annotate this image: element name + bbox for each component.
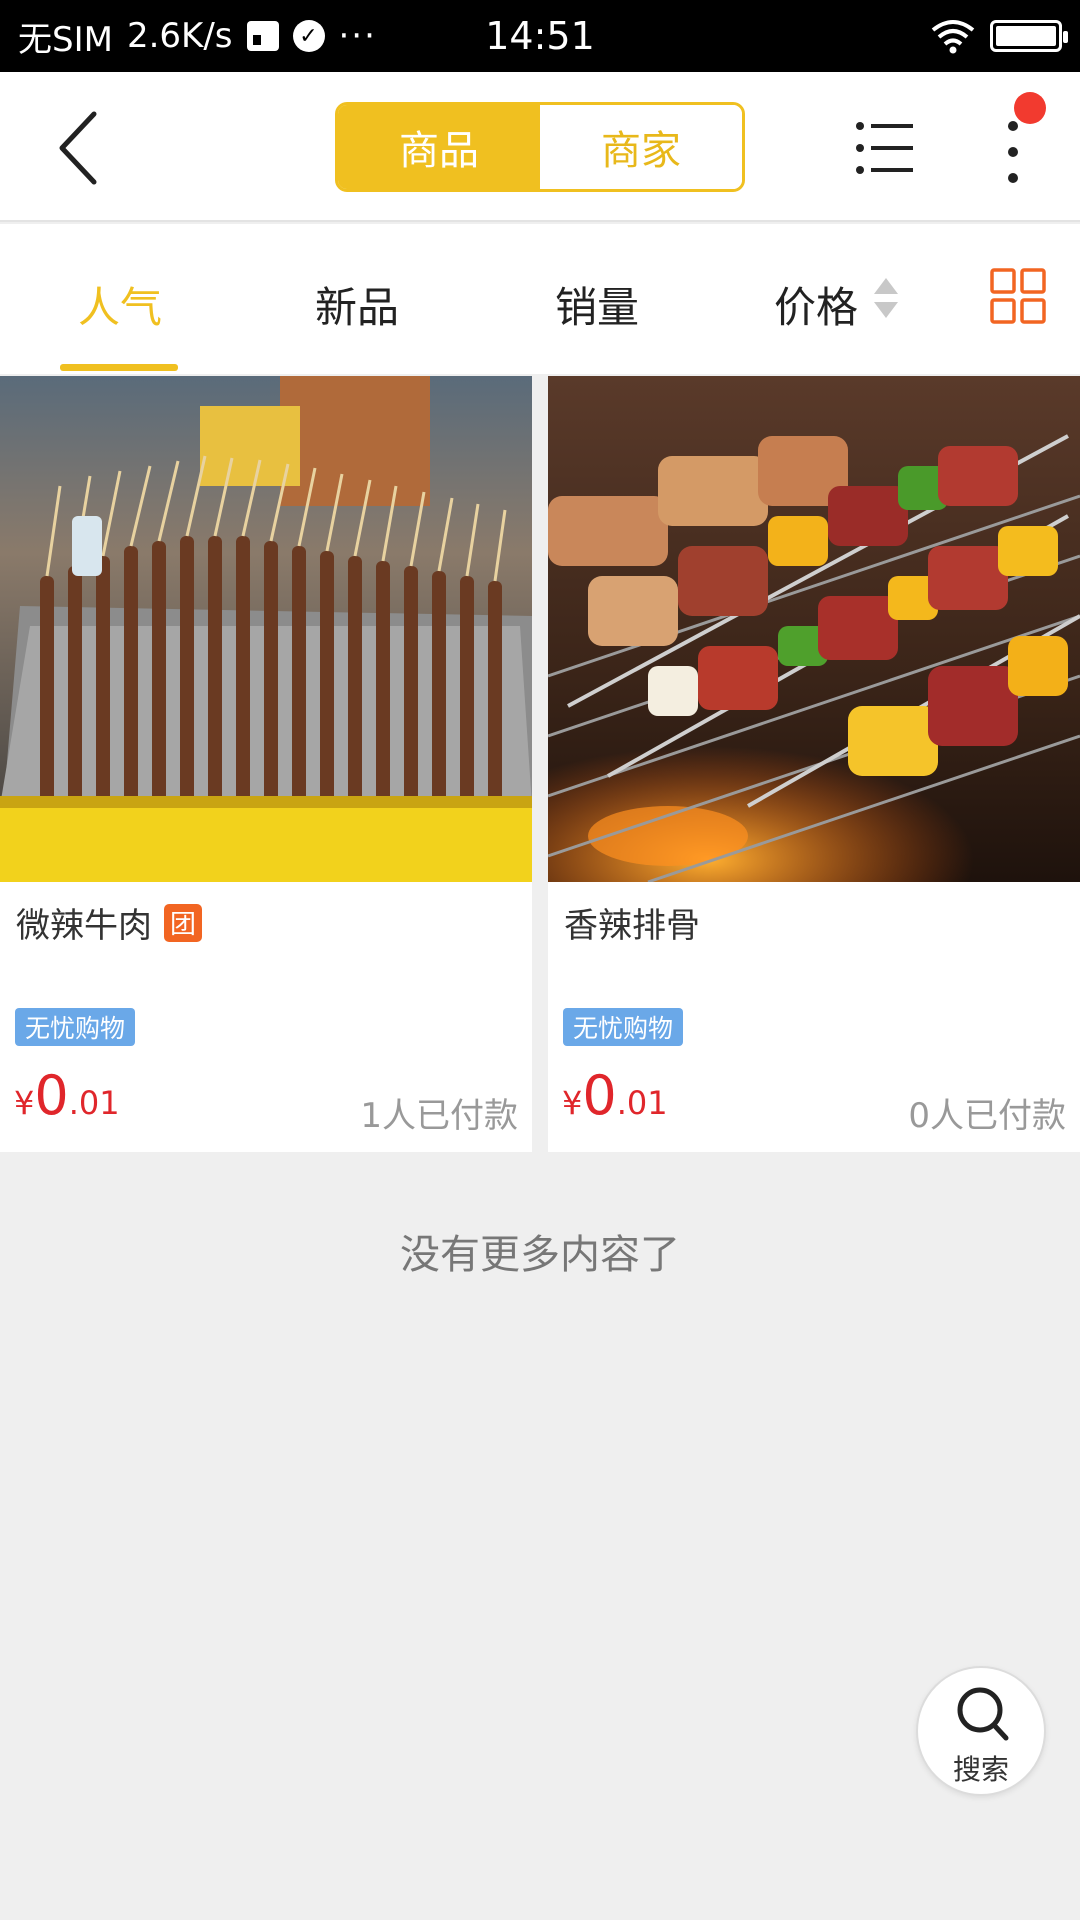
product-price: ¥ 0 .01 bbox=[562, 1064, 668, 1127]
price-integer: 0 bbox=[582, 1064, 617, 1127]
worry-free-tag: 无忧购物 bbox=[15, 1008, 136, 1046]
back-arrow-icon[interactable] bbox=[48, 108, 118, 188]
grid-view-icon[interactable] bbox=[990, 268, 1046, 324]
end-of-list-message: 没有更多内容了 bbox=[400, 1232, 680, 1278]
status-right bbox=[930, 18, 1068, 54]
product-card[interactable]: 微辣牛肉 团 无忧购物 ¥ 0 .01 1人已付款 bbox=[0, 376, 532, 1152]
product-shop-switch: 商品 商家 bbox=[335, 102, 745, 192]
price-decimal: .01 bbox=[616, 1084, 668, 1122]
search-label: 搜索 bbox=[952, 1753, 1009, 1786]
search-floating-button[interactable]: 搜索 bbox=[916, 1666, 1046, 1796]
currency-symbol: ¥ bbox=[14, 1084, 35, 1122]
status-time: 14:51 bbox=[485, 14, 595, 58]
sort-arrows-icon bbox=[874, 278, 898, 318]
price-integer: 0 bbox=[34, 1064, 69, 1127]
battery-icon bbox=[990, 20, 1068, 52]
product-image-bbq-kebabs[interactable] bbox=[548, 376, 1080, 882]
sort-bar: 人气 新品 销量 价格 bbox=[0, 224, 1080, 374]
notification-dot bbox=[1014, 92, 1046, 124]
product-title-row: 香辣排骨 bbox=[564, 898, 700, 947]
status-bar: 无SIM 2.6K/s ✓ ··· 14:51 bbox=[0, 0, 1080, 72]
sold-count: 0人已付款 bbox=[908, 1096, 1066, 1136]
product-price: ¥ 0 .01 bbox=[14, 1064, 120, 1127]
group-buy-badge: 团 bbox=[164, 903, 202, 942]
sort-tab-price[interactable]: 价格 bbox=[774, 274, 858, 335]
segment-products[interactable]: 商品 bbox=[338, 105, 540, 189]
active-tab-underline bbox=[60, 364, 178, 371]
sold-count: 1人已付款 bbox=[360, 1096, 518, 1136]
top-nav-bar: 商品 商家 bbox=[0, 72, 1080, 222]
product-card[interactable]: 香辣排骨 无忧购物 ¥ 0 .01 0人已付款 bbox=[548, 376, 1080, 1152]
worry-free-tag: 无忧购物 bbox=[563, 1008, 684, 1046]
product-title[interactable]: 微辣牛肉 bbox=[16, 898, 152, 947]
sort-tab-sales[interactable]: 销量 bbox=[555, 274, 639, 335]
currency-symbol: ¥ bbox=[562, 1084, 583, 1122]
wifi-icon bbox=[931, 20, 975, 54]
more-options-icon[interactable] bbox=[998, 116, 1028, 188]
list-menu-icon[interactable] bbox=[855, 120, 915, 176]
search-icon bbox=[957, 1687, 1009, 1741]
product-image-beef-skewers[interactable] bbox=[0, 376, 532, 882]
segment-shops[interactable]: 商家 bbox=[540, 105, 742, 189]
sort-tab-popular[interactable]: 人气 bbox=[78, 274, 162, 335]
product-title[interactable]: 香辣排骨 bbox=[564, 898, 700, 947]
sort-tab-new[interactable]: 新品 bbox=[315, 274, 399, 335]
price-decimal: .01 bbox=[68, 1084, 120, 1122]
product-title-row: 微辣牛肉 团 bbox=[16, 898, 202, 947]
